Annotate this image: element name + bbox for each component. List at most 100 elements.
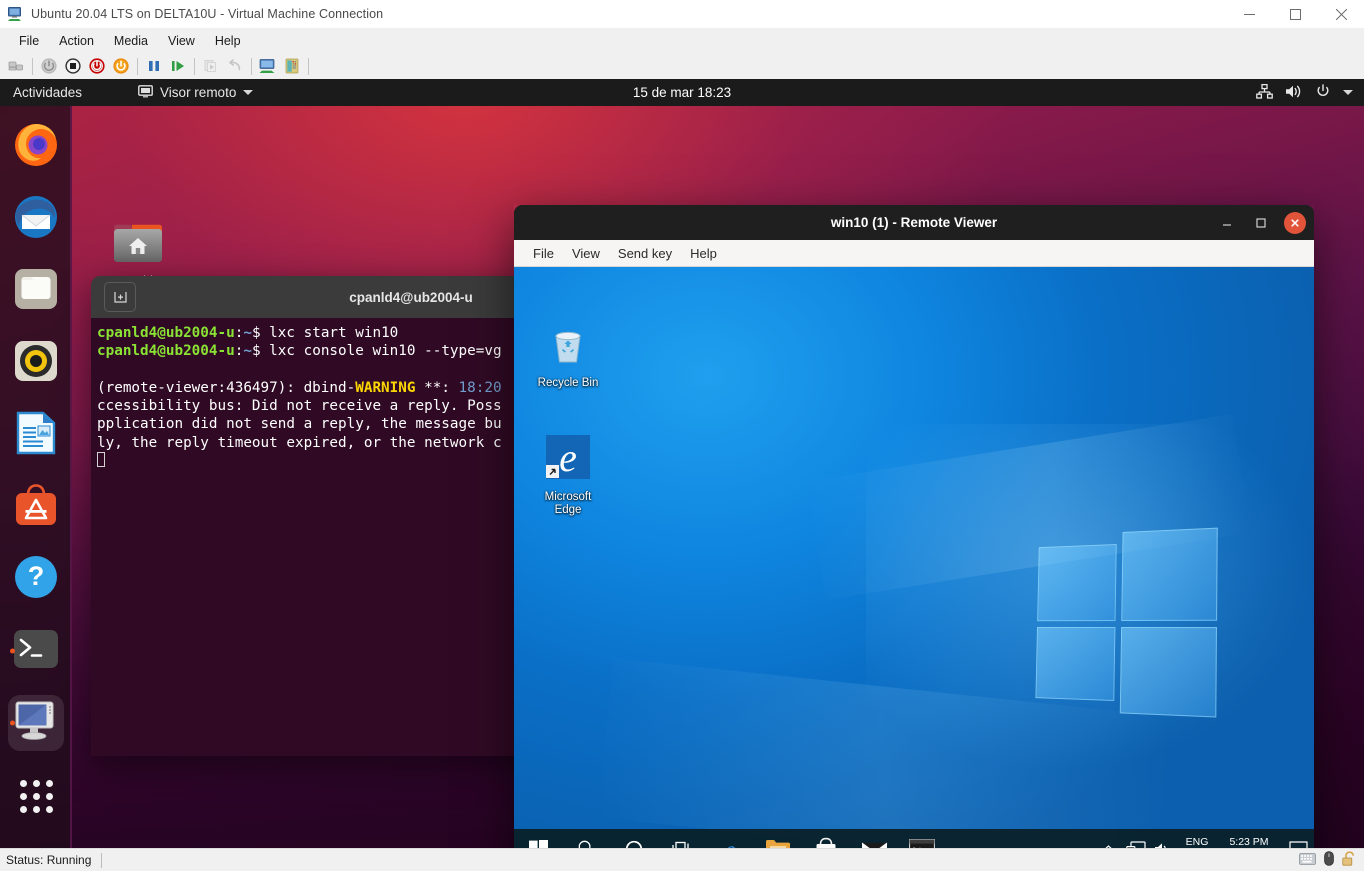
dock-item-libreoffice-writer[interactable] <box>8 407 64 463</box>
language-indicator[interactable]: ENG ES <box>1178 836 1216 848</box>
menu-help[interactable]: Help <box>205 31 251 51</box>
mail-button[interactable] <box>850 829 898 848</box>
windows-system-tray: ENG ES 5:23 PM 3/15/2021 <box>1094 829 1314 848</box>
terminal-prompt-user: cpanld4@ub2004-u <box>97 343 235 359</box>
terminal-command-1: lxc start win10 <box>261 325 399 341</box>
thunderbird-mail-icon <box>13 194 59 245</box>
svg-text:C:\>: C:\> <box>912 847 927 848</box>
rv-menu-send-key[interactable]: Send key <box>609 244 681 263</box>
toolbar-separator <box>137 58 138 75</box>
remote-viewer-monitor-icon <box>14 700 58 747</box>
pause-button[interactable] <box>142 54 166 78</box>
maximize-button[interactable] <box>1250 212 1272 234</box>
edge-button[interactable]: e <box>706 829 754 848</box>
desktop-icon-label: Recycle Bin <box>528 377 608 390</box>
terminal-warning-prefix: (remote-viewer:436497): dbind- <box>97 380 355 396</box>
microsoft-store-button[interactable] <box>802 829 850 848</box>
home-folder-icon <box>112 253 164 270</box>
ctrl-alt-del-button[interactable] <box>4 54 28 78</box>
rhythmbox-speaker-icon <box>13 338 59 389</box>
rv-menu-view[interactable]: View <box>563 244 609 263</box>
app-menu-button[interactable]: Visor remoto <box>138 84 253 102</box>
volume-icon[interactable] <box>1285 84 1303 102</box>
dock-item-firefox[interactable] <box>8 119 64 175</box>
terminal-warning-level: WARNING <box>355 380 415 396</box>
vm-menubar: File Action Media View Help <box>0 28 1364 53</box>
remote-viewer-window: win10 (1) - Remote Viewer File View Se <box>514 205 1314 848</box>
chevron-down-icon[interactable] <box>1343 90 1353 95</box>
desktop-icon-recycle-bin[interactable]: Recycle Bin <box>528 325 608 390</box>
statusbar-separator <box>101 853 102 868</box>
running-indicator <box>10 649 15 654</box>
keyboard-icon <box>1299 852 1316 870</box>
checkpoint-button[interactable] <box>199 54 223 78</box>
menu-view[interactable]: View <box>158 31 205 51</box>
cortana-button[interactable] <box>610 829 658 848</box>
terminal-warning-time: 18:20 <box>459 380 502 396</box>
minimize-button[interactable] <box>1226 0 1272 28</box>
dock-item-remote-viewer[interactable] <box>8 695 64 751</box>
terminal-prompt-path: ~ <box>243 343 252 359</box>
vm-titlebar: Ubuntu 20.04 LTS on DELTA10U - Virtual M… <box>0 0 1364 28</box>
search-button[interactable] <box>562 829 610 848</box>
clock-time: 5:23 PM <box>1220 836 1278 848</box>
dock-item-help[interactable]: ? <box>8 551 64 607</box>
terminal-prompt-path: ~ <box>243 325 252 341</box>
settings-button[interactable] <box>280 54 304 78</box>
revert-button[interactable] <box>223 54 247 78</box>
activities-button[interactable]: Actividades <box>13 85 82 100</box>
terminal-prompt-dollar: $ <box>252 325 261 341</box>
dock-item-ubuntu-software[interactable] <box>8 479 64 535</box>
desktop-icon-label: Microsoft Edge <box>528 491 608 517</box>
dock-item-rhythmbox[interactable] <box>8 335 64 391</box>
start-button[interactable] <box>37 54 61 78</box>
remote-viewer-title: win10 (1) - Remote Viewer <box>514 215 1314 230</box>
menu-file[interactable]: File <box>9 31 49 51</box>
dock-item-thunderbird[interactable] <box>8 191 64 247</box>
show-applications-button[interactable] <box>8 768 64 824</box>
network-monitor-icon[interactable] <box>1122 829 1150 848</box>
statusbar-indicators <box>1299 849 1356 871</box>
windows-desktop[interactable]: Recycle Bin e Microsoft Edge <box>514 267 1314 848</box>
rv-menu-help[interactable]: Help <box>681 244 726 263</box>
notification-speech-icon[interactable] <box>1282 829 1314 848</box>
lock-open-icon <box>1342 851 1356 871</box>
task-view-button[interactable] <box>658 829 706 848</box>
app-menu-label: Visor remoto <box>160 85 236 100</box>
toolbar-separator <box>194 58 195 75</box>
ubuntu-software-bag-icon <box>13 482 59 533</box>
enhanced-session-button[interactable] <box>256 54 280 78</box>
remote-viewer-titlebar: win10 (1) - Remote Viewer <box>514 205 1314 240</box>
resume-button[interactable] <box>166 54 190 78</box>
close-button[interactable] <box>1318 0 1364 28</box>
toolbar-separator <box>251 58 252 75</box>
menu-media[interactable]: Media <box>104 31 158 51</box>
clock[interactable]: 5:23 PM 3/15/2021 <box>1216 836 1282 848</box>
firefox-icon <box>13 122 59 173</box>
rv-menu-file[interactable]: File <box>524 244 563 263</box>
turn-off-button[interactable] <box>61 54 85 78</box>
status-text: Status: Running <box>6 853 91 867</box>
ubuntu-guest-screen: Actividades Visor remoto 15 de mar 18:23 <box>0 79 1364 848</box>
terminal-body-line-2: pplication did not send a reply, the mes… <box>97 416 502 432</box>
minimize-button[interactable] <box>1216 212 1238 234</box>
dock-item-terminal[interactable] <box>8 623 64 679</box>
power-icon[interactable] <box>1315 83 1331 102</box>
microsoft-edge-icon: e <box>544 470 592 487</box>
dock-item-files[interactable] <box>8 263 64 319</box>
menu-action[interactable]: Action <box>49 31 104 51</box>
file-explorer-button[interactable] <box>754 829 802 848</box>
shut-down-button[interactable] <box>85 54 109 78</box>
close-button[interactable] <box>1284 212 1306 234</box>
network-icon[interactable] <box>1256 84 1273 102</box>
svg-text:?: ? <box>28 561 45 591</box>
gnome-top-bar: Actividades Visor remoto 15 de mar 18:23 <box>0 79 1364 106</box>
volume-muted-icon[interactable] <box>1150 829 1178 848</box>
start-button[interactable] <box>514 829 562 848</box>
terminal-warning-mid: **: <box>416 380 459 396</box>
maximize-button[interactable] <box>1272 0 1318 28</box>
desktop-icon-microsoft-edge[interactable]: e Microsoft Edge <box>528 435 608 517</box>
chevron-up-icon[interactable] <box>1094 829 1122 848</box>
command-prompt-button[interactable]: C:\> <box>898 829 946 848</box>
save-button[interactable] <box>109 54 133 78</box>
